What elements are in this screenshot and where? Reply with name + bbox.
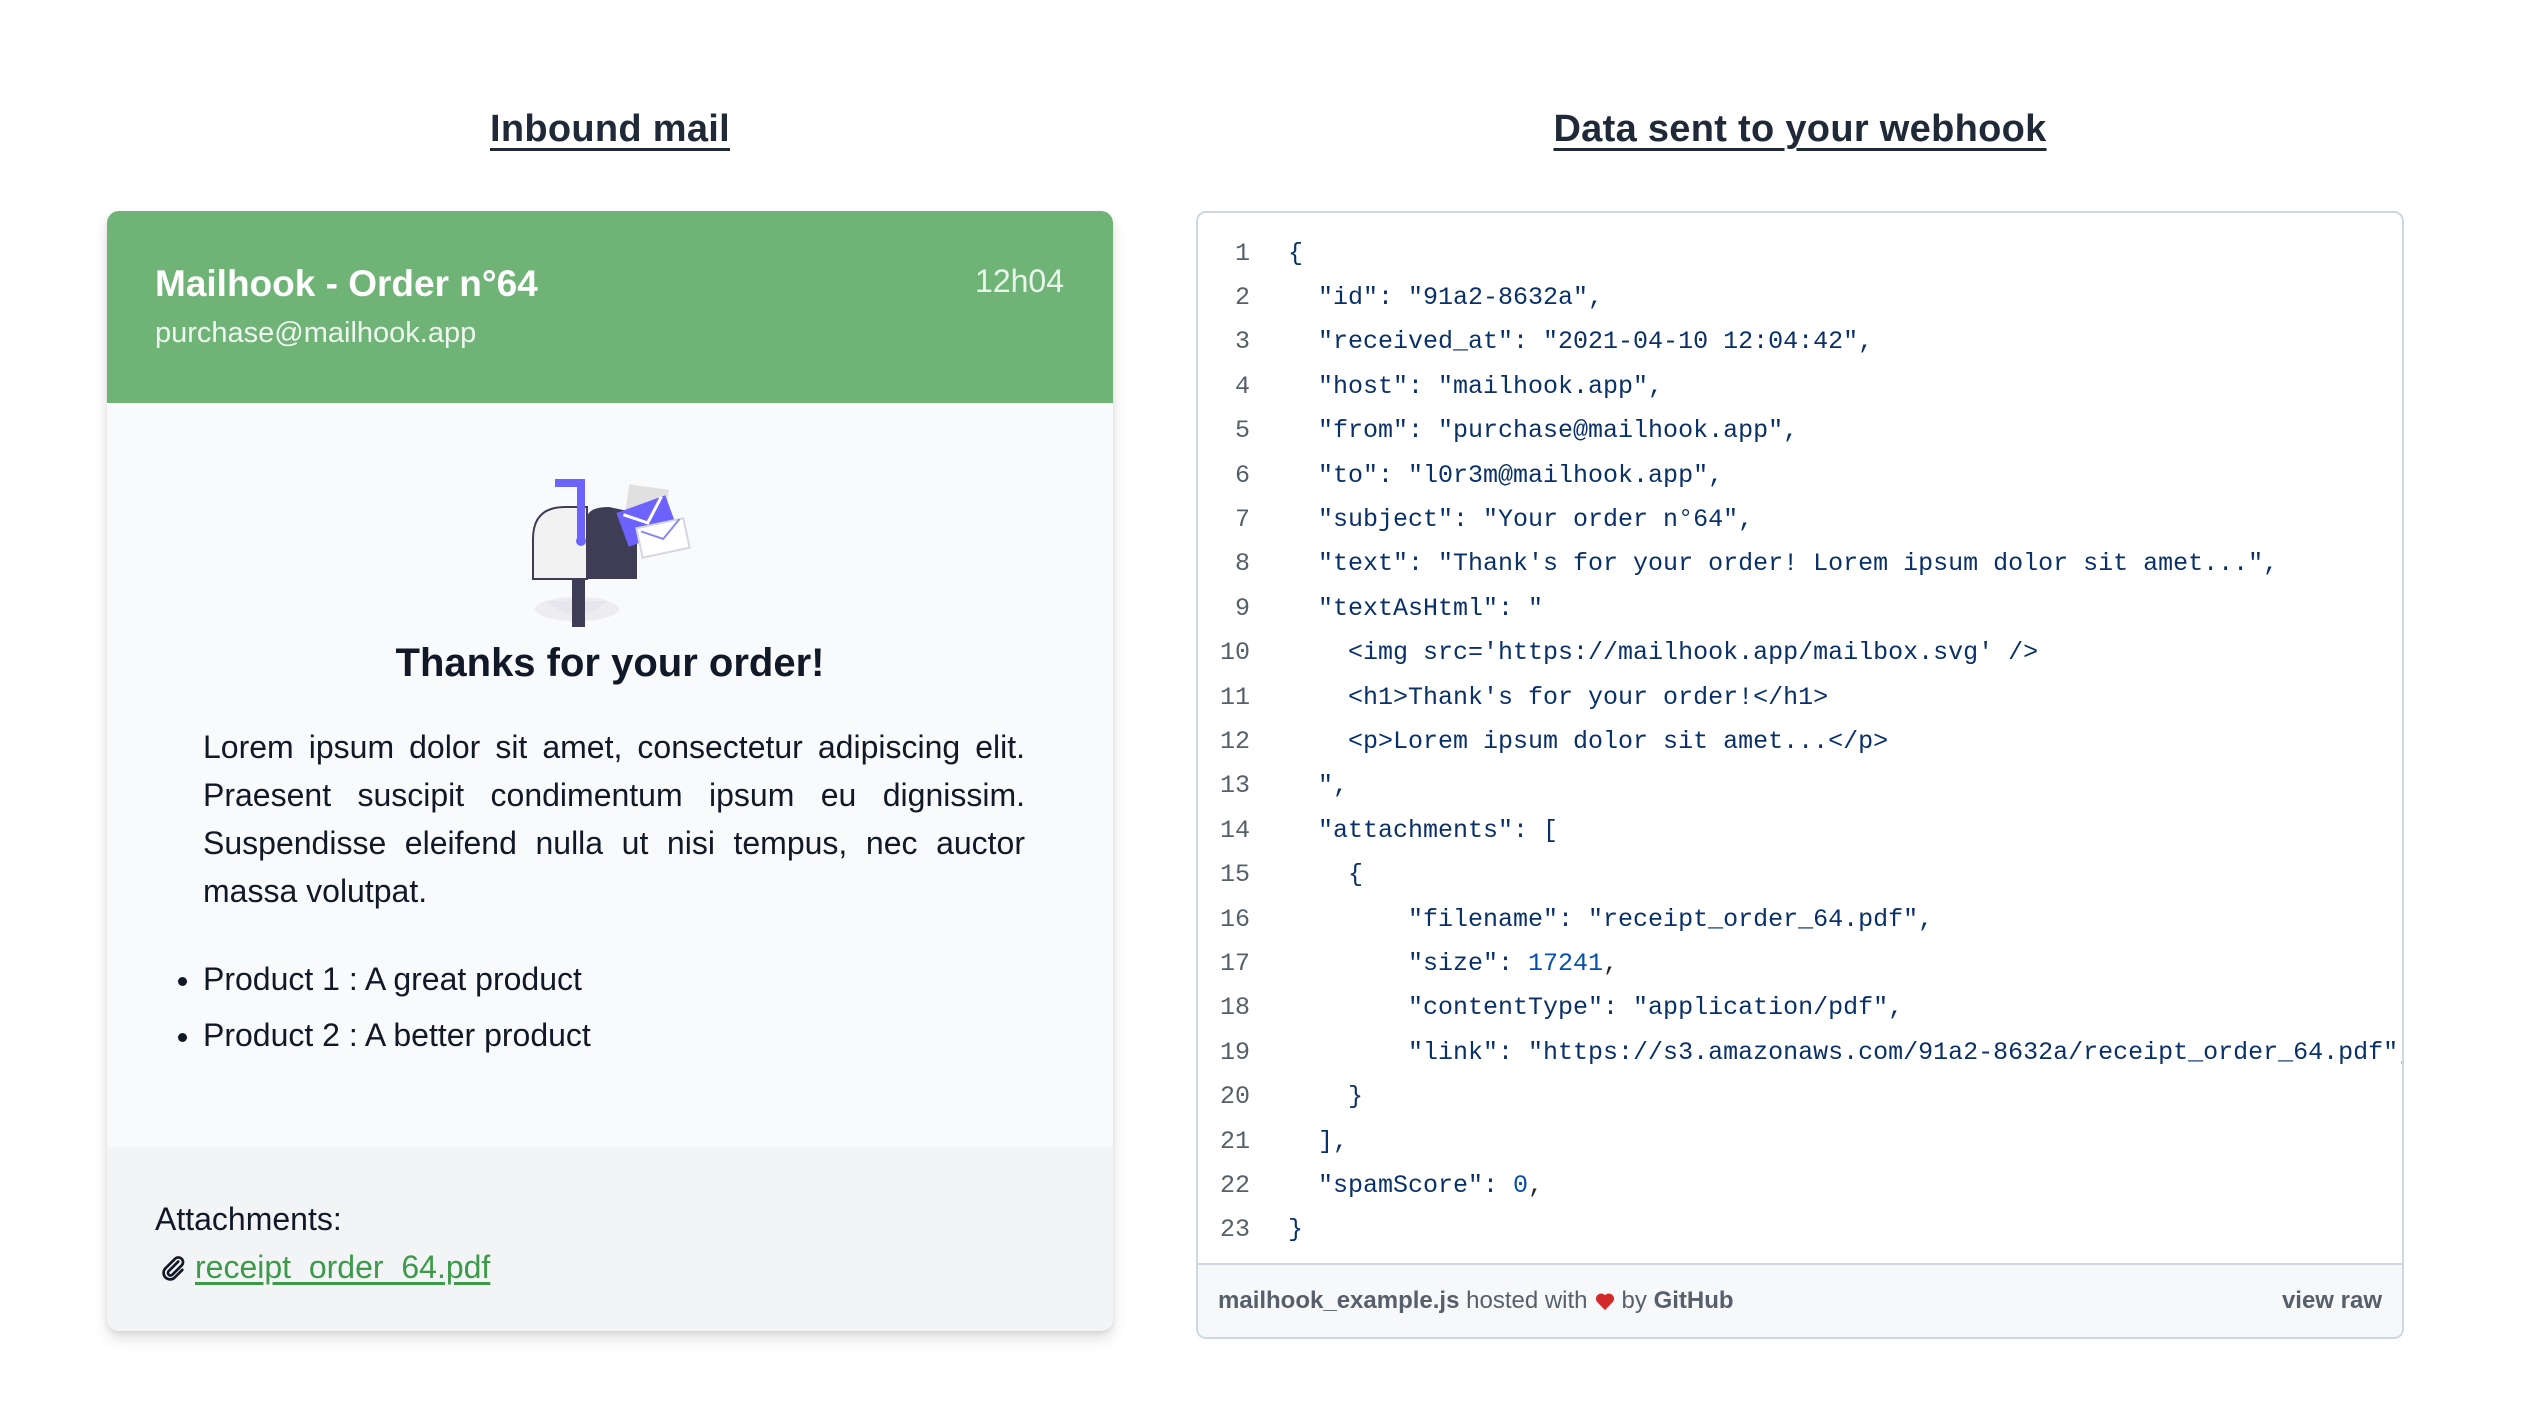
code-text: "attachments": [ (1288, 815, 1559, 845)
code-line: 3 "received_at": "2021-04-10 12:04:42", (1198, 320, 2402, 364)
email-card: Mailhook - Order n°64 purchase@mailhook.… (107, 211, 1113, 1331)
code-text: } (1288, 1082, 1364, 1112)
line-number: 20 (1219, 1082, 1250, 1112)
email-subject: Mailhook - Order n°64 (155, 263, 538, 304)
code-line: 15 { (1198, 852, 2402, 896)
line-number: 17 (1219, 948, 1250, 978)
code-text: "contentType": "application/pdf", (1288, 993, 1904, 1023)
line-number: 9 (1234, 593, 1250, 623)
code-text: <p>Lorem ipsum dolor sit amet...</p> (1288, 726, 1889, 756)
paperclip-icon (162, 1255, 185, 1281)
line-number: 7 (1234, 505, 1250, 535)
code-text: "link": "https://s3.amazonaws.com/91a2-8… (1288, 1037, 2404, 1067)
line-number: 12 (1219, 726, 1250, 756)
line-number: 16 (1219, 904, 1250, 934)
email-time: 12h04 (975, 263, 1064, 299)
code-line: 4 "host": "mailhook.app", (1198, 364, 2402, 408)
line-number: 8 (1234, 549, 1250, 579)
code-text: { (1288, 238, 1304, 268)
code-line: 8 "text": "Thank's for your order! Lorem… (1198, 542, 2402, 586)
github-link[interactable]: GitHub (1654, 1287, 1734, 1315)
code-line: 21 ], (1198, 1119, 2402, 1163)
code-text: "text": "Thank's for your order! Lorem i… (1288, 549, 2279, 579)
code-text: ", (1288, 771, 1349, 801)
code-line: 16 "filename": "receipt_order_64.pdf", (1198, 897, 2402, 941)
code-line: 19 "link": "https://s3.amazonaws.com/91a… (1198, 1030, 2402, 1074)
heart-icon (1595, 1293, 1614, 1311)
gist-filename[interactable]: mailhook_example.js (1218, 1287, 1459, 1315)
code-line: 10 <img src='https://mailhook.app/mailbo… (1198, 631, 2402, 675)
list-item: Product 1 : A great product (178, 951, 591, 1007)
line-number: 13 (1219, 771, 1250, 801)
code-line: 9 "textAsHtml": " (1198, 586, 2402, 630)
inbound-mail-heading: Inbound mail (489, 108, 731, 150)
email-header: Mailhook - Order n°64 purchase@mailhook.… (107, 211, 1113, 403)
code-line: 17 "size": 17241, (1198, 941, 2402, 985)
line-number: 23 (1219, 1215, 1250, 1245)
code-line: 12 <p>Lorem ipsum dolor sit amet...</p> (1198, 719, 2402, 763)
code-block: 1{2 "id": "91a2-8632a", 3 "received_at": … (1198, 213, 2402, 1267)
hosted-with-text: hosted with (1466, 1287, 1588, 1314)
line-number: 10 (1219, 638, 1250, 668)
code-line: 1{ (1198, 231, 2402, 275)
gist-meta: mailhook_example.js hosted with by GitHu… (1218, 1287, 1734, 1315)
code-text: <img src='https://mailhook.app/mailbox.s… (1288, 638, 2039, 668)
attachments-section: Attachments: receipt_order_64.pdf (107, 1147, 1113, 1331)
code-text: "filename": "receipt_order_64.pdf", (1288, 904, 1934, 934)
gist-embed: 1{2 "id": "91a2-8632a", 3 "received_at": … (1196, 211, 2404, 1339)
code-line: 22 "spamScore": 0, (1198, 1163, 2402, 1207)
code-text: "textAsHtml": " (1288, 593, 1544, 623)
line-number: 3 (1234, 327, 1250, 357)
line-number: 5 (1234, 416, 1250, 446)
gist-footer: mailhook_example.js hosted with by GitHu… (1198, 1263, 2402, 1337)
code-line: 2 "id": "91a2-8632a", (1198, 275, 2402, 319)
email-body: Thanks for your order! Lorem ipsum dolor… (107, 403, 1113, 1147)
product-list: Product 1 : A great product Product 2 : … (178, 951, 591, 1063)
email-title: Thanks for your order! (395, 641, 825, 685)
line-number: 14 (1219, 815, 1250, 845)
view-raw-link[interactable]: view raw (2282, 1287, 2382, 1315)
line-number: 11 (1219, 682, 1250, 712)
code-text: } (1288, 1215, 1304, 1245)
line-number: 21 (1219, 1126, 1250, 1156)
mailbox-icon (532, 479, 691, 627)
code-text: "to": "l0r3m@mailhook.app", (1288, 460, 1724, 490)
attachment-link[interactable]: receipt_order_64.pdf (195, 1249, 490, 1286)
webhook-data-heading: Data sent to your webhook (1553, 108, 2047, 150)
line-number: 19 (1219, 1037, 1250, 1067)
code-text: <h1>Thank's for your order!</h1> (1288, 682, 1829, 712)
code-text: "from": "purchase@mailhook.app", (1288, 416, 1799, 446)
email-sender: purchase@mailhook.app (155, 317, 477, 349)
line-number: 1 (1234, 238, 1250, 268)
by-text: by (1621, 1287, 1647, 1314)
code-line: 18 "contentType": "application/pdf", (1198, 986, 2402, 1030)
code-text: "spamScore": 0, (1288, 1170, 1544, 1200)
list-item: Product 2 : A better product (178, 1007, 591, 1063)
code-line: 6 "to": "l0r3m@mailhook.app", (1198, 453, 2402, 497)
code-line: 14 "attachments": [ (1198, 808, 2402, 852)
code-line: 11 <h1>Thank's for your order!</h1> (1198, 675, 2402, 719)
code-text: ], (1288, 1126, 1349, 1156)
code-line: 20 } (1198, 1074, 2402, 1118)
code-text: "received_at": "2021-04-10 12:04:42", (1288, 327, 1874, 357)
attachments-label: Attachments: (155, 1201, 342, 1237)
code-text: { (1288, 860, 1364, 890)
email-paragraph: Lorem ipsum dolor sit amet, consectetur … (203, 729, 1025, 909)
line-number: 6 (1234, 460, 1250, 490)
code-text: "id": "91a2-8632a", (1288, 283, 1604, 313)
code-line: 13 ", (1198, 764, 2402, 808)
code-line: 7 "subject": "Your order n°64", (1198, 497, 2402, 541)
code-text: "subject": "Your order n°64", (1288, 505, 1754, 535)
line-number: 2 (1234, 283, 1250, 313)
line-number: 22 (1219, 1170, 1250, 1200)
code-text: "size": 17241, (1288, 948, 1619, 978)
line-number: 4 (1234, 371, 1250, 401)
code-text: "host": "mailhook.app", (1288, 371, 1664, 401)
line-number: 15 (1219, 860, 1250, 890)
code-line: 5 "from": "purchase@mailhook.app", (1198, 409, 2402, 453)
code-line: 23} (1198, 1208, 2402, 1252)
attachment-row: receipt_order_64.pdf (159, 1249, 490, 1286)
line-number: 18 (1219, 993, 1250, 1023)
